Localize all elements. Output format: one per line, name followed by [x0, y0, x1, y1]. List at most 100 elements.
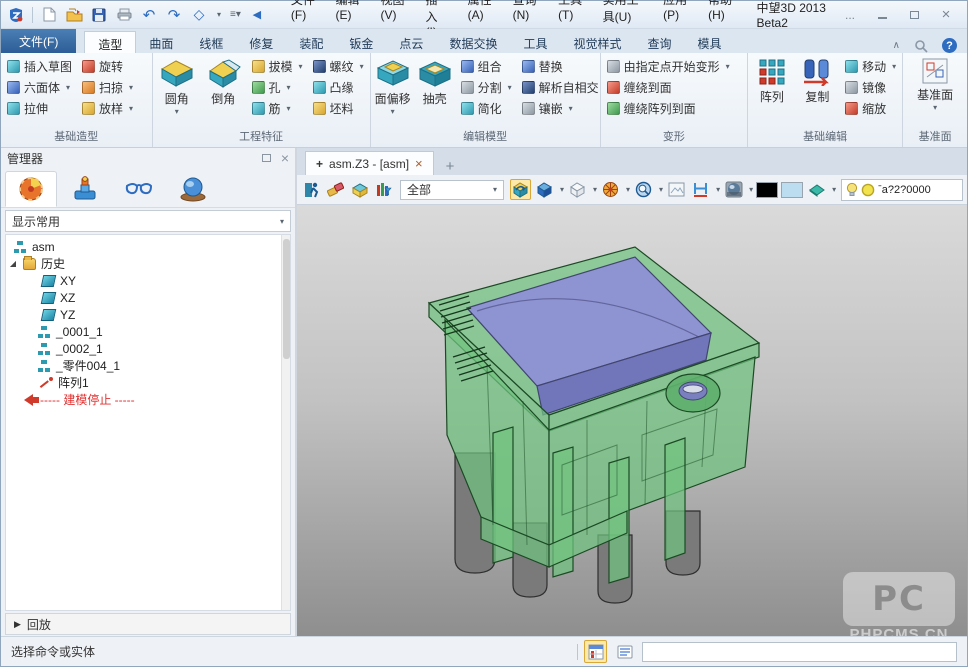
morph-from-point-button[interactable]: 由指定点开始变形: [605, 56, 732, 77]
document-tab-active[interactable]: asm.Z3 - [asm]: [305, 151, 434, 175]
minimize-button[interactable]: [873, 8, 891, 22]
tree-scrollbar[interactable]: [281, 235, 290, 610]
tab-pointcloud[interactable]: 点云: [386, 31, 436, 53]
dropdown-arrow-icon[interactable]: [933, 103, 937, 112]
regen-dropdown-arrow-icon[interactable]: [217, 10, 221, 19]
output-list-icon[interactable]: [613, 640, 636, 663]
panel-restore-icon[interactable]: [262, 151, 271, 165]
tree-item-yz[interactable]: YZ: [6, 306, 290, 323]
dropdown-arrow-icon[interactable]: [749, 185, 753, 194]
combine-button[interactable]: 组合: [459, 56, 514, 77]
background-color-swatch[interactable]: [756, 182, 778, 198]
thread-button[interactable]: 螺纹: [311, 56, 366, 77]
extrude-button[interactable]: 拉伸: [5, 98, 74, 119]
dropdown-arrow-icon[interactable]: [892, 62, 896, 71]
selection-filter-dropdown[interactable]: 全部: [400, 180, 504, 200]
dropdown-arrow-icon[interactable]: [66, 83, 70, 92]
dropdown-arrow-icon[interactable]: [593, 185, 597, 194]
tree-item-root[interactable]: asm: [6, 238, 290, 255]
dropdown-arrow-icon[interactable]: [716, 185, 720, 194]
sweep-button[interactable]: 扫掠: [80, 77, 135, 98]
ribbon-file-tab[interactable]: 文件(F): [1, 29, 76, 53]
quick-search-icon[interactable]: [914, 39, 928, 53]
tab-dataexchange[interactable]: 数据交换: [436, 31, 510, 53]
dropdown-arrow-icon[interactable]: [129, 83, 133, 92]
collapse-left-icon[interactable]: ◀: [248, 6, 266, 24]
replay-bar[interactable]: ▶ 回放: [5, 613, 291, 635]
tree-item-history[interactable]: ◢历史: [6, 255, 290, 272]
panel-close-icon[interactable]: ×: [281, 150, 289, 166]
divide-button[interactable]: 分割: [459, 77, 514, 98]
zoom-view-icon[interactable]: [633, 179, 654, 200]
dropdown-arrow-icon[interactable]: [832, 185, 836, 194]
stock-button[interactable]: 坯料: [311, 98, 366, 119]
dropdown-arrow-icon[interactable]: [391, 107, 395, 116]
dropdown-arrow-icon[interactable]: [287, 104, 291, 113]
escape-command-icon[interactable]: [301, 179, 322, 200]
tab-tools[interactable]: 工具: [510, 31, 560, 53]
tab-inquire[interactable]: 查询: [634, 31, 684, 53]
tab-library-manager[interactable]: [167, 171, 219, 207]
box-button[interactable]: 六面体: [5, 77, 74, 98]
dropdown-arrow-icon[interactable]: [508, 83, 512, 92]
section-wheel-icon[interactable]: [600, 179, 621, 200]
wrap-to-face-button[interactable]: 缠绕到面: [605, 77, 732, 98]
loft-button[interactable]: 放样: [80, 98, 135, 119]
datum-plane-button[interactable]: 基准面: [908, 56, 962, 112]
manager-filter-dropdown[interactable]: 显示常用: [5, 210, 291, 232]
tree-item-comp2[interactable]: _0002_1: [6, 340, 290, 357]
undo-icon[interactable]: ↶: [140, 6, 158, 24]
tree-item-comp1[interactable]: _0001_1: [6, 323, 290, 340]
shaded-display-icon[interactable]: [534, 179, 555, 200]
frame-view-icon[interactable]: [666, 179, 687, 200]
tab-sheetmetal[interactable]: 钣金: [336, 31, 386, 53]
tab-wireframe[interactable]: 线框: [186, 31, 236, 53]
inlay-button[interactable]: 镶嵌: [520, 98, 601, 119]
flange-button[interactable]: 凸缘: [311, 77, 366, 98]
hole-button[interactable]: 孔: [250, 77, 305, 98]
highlight-color-swatch[interactable]: [781, 182, 803, 198]
view-orientation-icon[interactable]: [510, 179, 531, 200]
wrap-pattern-button[interactable]: 缠绕阵列到面: [605, 98, 732, 119]
revolve-button[interactable]: 旋转: [80, 56, 135, 77]
filter-icon[interactable]: [373, 179, 394, 200]
dropdown-arrow-icon[interactable]: [726, 62, 730, 71]
face-color-icon[interactable]: [806, 179, 827, 200]
tab-assembly[interactable]: 装配: [286, 31, 336, 53]
tree-item-xy[interactable]: XY: [6, 272, 290, 289]
dropdown-arrow-icon[interactable]: [360, 62, 364, 71]
restore-button[interactable]: [905, 8, 923, 22]
dropdown-arrow-icon[interactable]: [560, 185, 564, 194]
resolve-button[interactable]: 解析自相交: [520, 77, 601, 98]
tab-mold[interactable]: 模具: [685, 31, 735, 53]
command-input[interactable]: [642, 642, 957, 662]
scale-button[interactable]: 缩放: [843, 98, 898, 119]
redo-icon[interactable]: ↷: [165, 6, 183, 24]
help-icon[interactable]: ?: [942, 38, 957, 53]
replay-expander-icon[interactable]: ▶: [14, 619, 21, 630]
tab-visual-manager[interactable]: [113, 171, 165, 207]
collapse-ribbon-icon[interactable]: ∧: [893, 40, 900, 51]
expander-icon[interactable]: ◢: [8, 259, 18, 268]
tab-shape[interactable]: 造型: [84, 31, 136, 53]
tree-item-model-stop[interactable]: ----- 建模停止 -----: [6, 391, 290, 408]
simplify-button[interactable]: 简化: [459, 98, 514, 119]
erase-icon[interactable]: [325, 179, 346, 200]
doc-tab-close-icon[interactable]: [415, 156, 423, 171]
pattern-button[interactable]: 阵列: [752, 56, 791, 105]
qat-customize-icon[interactable]: ≡: [230, 9, 241, 20]
tab-visualstyle[interactable]: 视觉样式: [560, 31, 634, 53]
print-icon[interactable]: [115, 6, 133, 24]
more-button[interactable]: ...: [841, 8, 859, 22]
wireframe-display-icon[interactable]: [567, 179, 588, 200]
dropdown-arrow-icon[interactable]: [569, 104, 573, 113]
shell-button[interactable]: 抽壳: [417, 56, 453, 107]
move-button[interactable]: 移动: [843, 56, 898, 77]
input-grid-toggle-icon[interactable]: [584, 640, 607, 663]
tree-item-pattern[interactable]: 阵列1: [6, 374, 290, 391]
layer-field[interactable]: ˉa?2?0000: [841, 179, 963, 201]
section-view-icon[interactable]: [690, 179, 711, 200]
fillet-button[interactable]: 圆角: [157, 56, 197, 116]
tab-history-manager[interactable]: [5, 171, 57, 207]
shaded-sphere-icon[interactable]: [723, 179, 744, 200]
